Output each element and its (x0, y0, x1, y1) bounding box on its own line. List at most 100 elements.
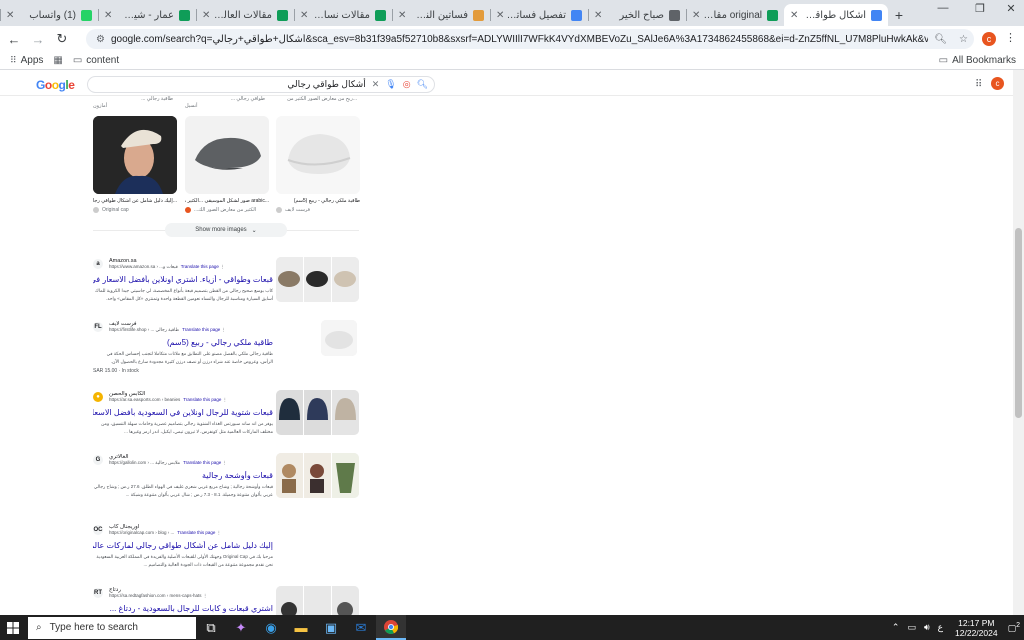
google-search-box[interactable]: أشكال طواقي رجالي ✕ 🎙︎ ◎ 🔍︎ (87, 76, 435, 93)
notifications-icon[interactable]: ▢2 (1008, 622, 1020, 634)
result-site[interactable]: OC اوريجنال كاب https://originalcap.com … (93, 523, 359, 537)
page-scrollbar[interactable] (1013, 70, 1024, 615)
translate-link[interactable]: Translate this page (183, 460, 221, 465)
thumbnail-image[interactable] (276, 586, 303, 615)
result-site[interactable]: FL فرست لايف https://firstlife.shop › ..… (93, 320, 359, 334)
man-in-cap-image[interactable] (93, 116, 177, 194)
task-view-icon[interactable]: ⧉ (196, 615, 226, 640)
result-title-link[interactable]: طاقية ملكي رجالي - ربيع (5سم) (93, 338, 273, 347)
tab-close-icon[interactable]: ✕ (790, 10, 798, 21)
more-options-icon[interactable]: ⋮ (217, 530, 222, 535)
tab-close-icon[interactable]: ✕ (594, 10, 602, 21)
thumbnail-image[interactable] (332, 586, 359, 615)
show-more-images-button[interactable]: Show more images ⌄ (165, 223, 287, 237)
back-icon[interactable]: ← (4, 29, 24, 49)
store-icon[interactable]: ▣ (316, 615, 346, 640)
apps-bookmark[interactable]: ⠿ Apps (10, 55, 43, 66)
tab-close-icon[interactable]: ✕ (496, 10, 504, 21)
result-thumbnails[interactable] (276, 453, 359, 498)
browser-tab[interactable]: عمار - شيت محتوى✕ (98, 4, 196, 26)
copilot-icon[interactable]: ✦ (226, 615, 256, 640)
result-title-link[interactable]: قبعات وطواقي - أزياء. اشتري اونلاين بأفض… (93, 275, 273, 284)
translate-link[interactable]: Translate this page (183, 397, 221, 402)
translate-link[interactable]: Translate this page (177, 530, 215, 535)
keyboard-language[interactable]: ع (938, 622, 943, 633)
clock[interactable]: 12:17 PM 12/22/2024 (955, 618, 998, 638)
edge-icon[interactable]: ◉ (256, 615, 286, 640)
more-options-icon[interactable]: ⋮ (220, 264, 225, 269)
google-profile-avatar[interactable]: c (991, 77, 1004, 90)
grid-bookmark-icon[interactable]: ▦ (53, 55, 62, 66)
translate-link[interactable]: Translate this page (182, 327, 220, 332)
bookmark-star-icon[interactable]: ☆ (959, 34, 968, 45)
thumbnail-image[interactable] (304, 453, 331, 498)
reload-icon[interactable]: ↻ (52, 29, 72, 49)
minimize-icon[interactable]: — (927, 2, 959, 14)
result-title-link[interactable]: قبعات شتوية للرجال اونلاين في السعودية ب… (93, 408, 273, 417)
google-logo[interactable]: Google (36, 78, 75, 92)
taskbar-search-box[interactable]: ⌕ Type here to search (28, 616, 196, 639)
flat-cap-image[interactable] (185, 116, 269, 194)
chrome-icon[interactable] (376, 615, 406, 640)
result-title-link[interactable]: اشتري قبعات و كابات للرجال بالسعودية - ر… (93, 604, 273, 613)
tab-close-icon[interactable]: ✕ (6, 10, 14, 21)
address-bar[interactable]: ⚙ google.com/search?q=أشكال+طواقي+رجالي&… (86, 29, 974, 49)
menu-kebab-icon[interactable]: ⋮ (1005, 31, 1016, 44)
all-bookmarks-folder[interactable]: ▭ All Bookmarks (939, 55, 1016, 66)
clear-icon[interactable]: ✕ (372, 79, 380, 90)
thumbnail-image[interactable] (332, 390, 359, 435)
forward-icon[interactable]: → (28, 29, 48, 49)
browser-tab[interactable]: (1) واتساب ✕ (0, 4, 98, 26)
zoom-search-icon[interactable]: 🔍︎ (934, 34, 947, 45)
browser-tab[interactable]: فساتين النساء: الأ✕ (392, 4, 490, 26)
search-query[interactable]: أشكال طواقي رجالي (94, 79, 365, 90)
site-info-icon[interactable]: ⚙ (96, 34, 105, 45)
profile-avatar[interactable]: c (982, 32, 996, 46)
result-thumbnails[interactable] (276, 390, 359, 435)
result-thumbnails[interactable] (321, 320, 357, 356)
browser-tab[interactable]: مقالات العالم الراب✕ (196, 4, 294, 26)
image-result[interactable]: طاقية ملكي رجالي - ربيع (5سم) فرست لايف (276, 116, 360, 213)
more-options-icon[interactable]: ⋮ (203, 593, 208, 598)
tab-close-icon[interactable]: ✕ (104, 10, 112, 21)
file-explorer-icon[interactable]: ▬ (286, 615, 316, 640)
result-thumbnails[interactable] (276, 257, 359, 302)
result-thumbnails[interactable] (276, 586, 359, 615)
tab-close-icon[interactable]: ✕ (202, 10, 210, 21)
image-result[interactable]: ...إليك دليل شامل عن أشكال طواقي رجالي ل… (93, 116, 177, 213)
mic-icon[interactable]: 🎙︎ (385, 79, 396, 90)
result-title-link[interactable]: إليك دليل شامل عن أشكال طواقي رجالي لمار… (93, 541, 273, 550)
translate-link[interactable]: Translate this page (181, 264, 219, 269)
thumbnail-image[interactable] (321, 320, 357, 356)
tab-close-icon[interactable]: ✕ (300, 10, 308, 21)
browser-tab[interactable]: تفصيل فساتين ب✕ (490, 4, 588, 26)
thumbnail-image[interactable] (304, 257, 331, 302)
thumbnail-image[interactable] (276, 390, 303, 435)
thumbnail-image[interactable] (276, 453, 303, 498)
thumbnail-image[interactable] (304, 586, 331, 615)
thumbnail-image[interactable] (276, 257, 303, 302)
new-tab-button[interactable]: + (888, 4, 910, 26)
google-apps-icon[interactable]: ⠿ (975, 79, 982, 90)
thumbnail-image[interactable] (304, 390, 331, 435)
browser-tab[interactable]: مقالات نساء - نيا✕ (294, 4, 392, 26)
browser-tab[interactable]: صباح الخير ✕ (588, 4, 686, 26)
tab-close-icon[interactable]: ✕ (398, 10, 406, 21)
scrollbar-thumb[interactable] (1015, 228, 1022, 418)
url-text[interactable]: google.com/search?q=أشكال+طواقي+رجالي&sc… (111, 34, 928, 45)
restore-icon[interactable]: ❐ (964, 2, 996, 15)
browser-tab[interactable]: original مقالات✕ (686, 4, 784, 26)
thumbnail-image[interactable] (332, 453, 359, 498)
content-folder-bookmark[interactable]: ▭ content (73, 55, 119, 66)
outlook-icon[interactable]: ✉ (346, 615, 376, 640)
network-icon[interactable]: ▭ (907, 622, 916, 633)
tab-close-icon[interactable]: ✕ (692, 10, 700, 21)
image-result[interactable]: ...arabic صور لشكل الموسيقى ...الكثير من… (185, 116, 269, 213)
chevron-up-icon[interactable]: ⌃ (892, 622, 900, 633)
result-title-link[interactable]: قبعات وأوشحة رجالية (93, 471, 273, 480)
more-options-icon[interactable]: ⋮ (221, 327, 226, 332)
browser-tab[interactable]: أشكال طواقي رج ✕ (784, 4, 888, 26)
lens-icon[interactable]: ◎ (403, 79, 411, 90)
more-options-icon[interactable]: ⋮ (222, 460, 227, 465)
windows-start-icon[interactable] (0, 615, 26, 640)
